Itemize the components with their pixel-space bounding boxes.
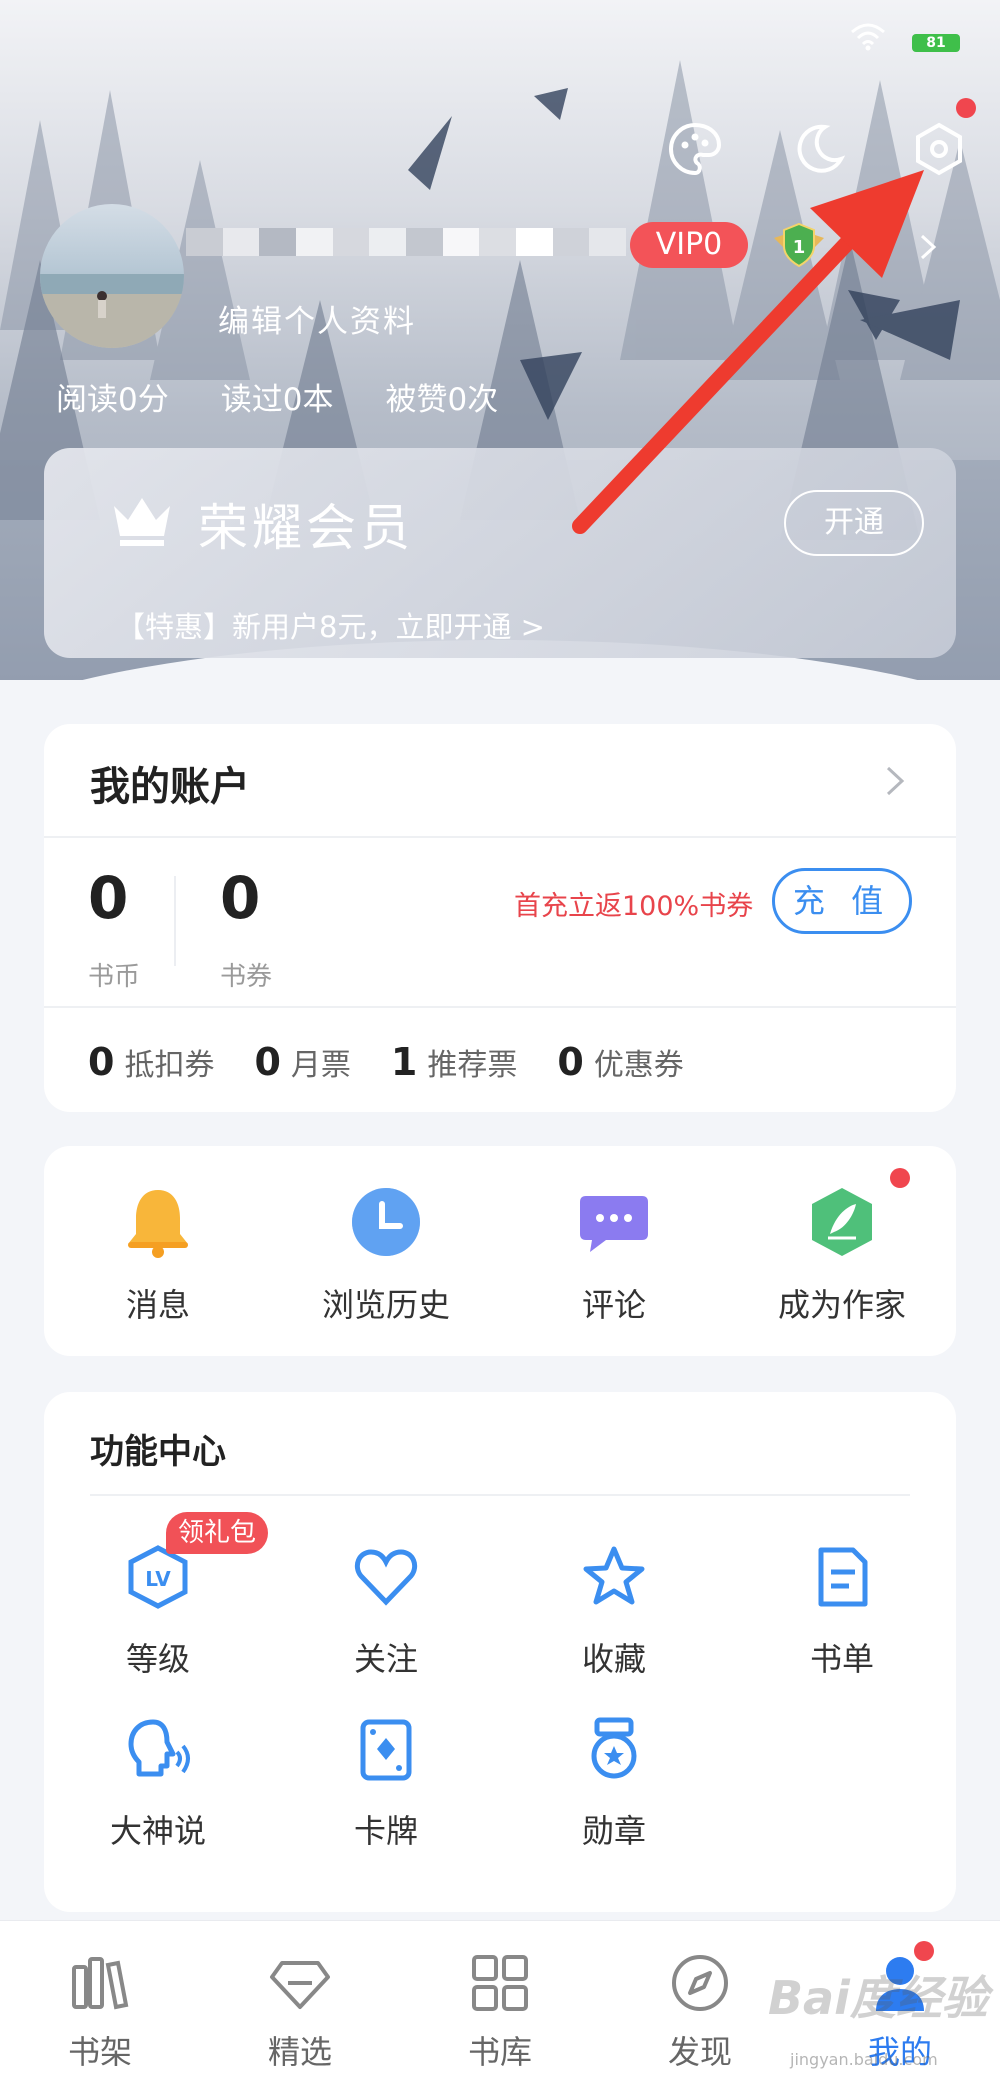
svg-text:LV: LV: [145, 1567, 171, 1591]
feature-master-says-label: 大神说: [109, 1812, 206, 1850]
tab-bookshelf[interactable]: 书架: [0, 1921, 200, 2081]
feature-favorites-label: 收藏: [581, 1640, 646, 1678]
level-number: 1: [793, 237, 806, 258]
username-redacted: [186, 216, 627, 272]
watermark-url: jingyan.baidu.com: [790, 2050, 938, 2069]
ticket-balance[interactable]: 0: [220, 864, 260, 932]
account-card: 我的账户 0 书币 0 书券 首充立返100%书券 充 值 0 抵扣券 0 月票 1…: [44, 724, 956, 1112]
speaking-head-icon: [128, 1719, 190, 1777]
settings-button[interactable]: [906, 116, 972, 182]
tab-featured-label: 精选: [267, 2033, 332, 2071]
mine-notification-dot: [914, 1941, 934, 1961]
feature-cards-label: 卡牌: [353, 1812, 418, 1850]
bell-icon: [128, 1190, 188, 1258]
feature-center-title: 功能中心: [90, 1432, 226, 1472]
feature-follow-label: 关注: [353, 1640, 418, 1678]
messages-label: 消息: [125, 1286, 190, 1324]
open-membership-button[interactable]: 开通: [784, 490, 924, 556]
recharge-promo: 首充立返100%书券: [514, 891, 754, 922]
compass-icon: [672, 1955, 728, 2011]
grid-icon: [472, 1955, 528, 2011]
avatar[interactable]: [40, 204, 184, 348]
feature-level-label: 等级: [125, 1640, 190, 1678]
feature-level[interactable]: LV 等级: [44, 1544, 272, 1714]
history-label: 浏览历史: [321, 1286, 450, 1324]
membership-promo-link[interactable]: 【特惠】新用户8元，立即开通 >: [116, 604, 545, 646]
feature-follow[interactable]: 关注: [272, 1544, 500, 1714]
diamond-icon: [270, 1961, 330, 2009]
recharge-button[interactable]: 充 值: [772, 868, 912, 934]
account-title[interactable]: 我的账户: [90, 754, 250, 812]
palette-icon: [669, 122, 722, 176]
medal-icon: [591, 1717, 637, 1779]
feature-master-says[interactable]: 大神说: [44, 1716, 272, 1886]
wifi-icon: [851, 23, 885, 51]
feature-cards[interactable]: 卡牌: [272, 1716, 500, 1886]
feature-center: 功能中心 LV 等级 领礼包 关注 收藏 书单 大神说 卡牌 勋章: [44, 1392, 956, 1912]
feature-booklist-label: 书单: [809, 1640, 874, 1678]
reading-stats: 阅读0分 读过0本 被赞0次: [56, 374, 498, 419]
quill-icon: [812, 1188, 872, 1256]
voucher-deduction[interactable]: 0 抵扣券: [88, 1040, 214, 1084]
vip-badge[interactable]: VIP0: [630, 222, 748, 268]
battery-indicator: 81: [912, 34, 960, 52]
voucher-coupon[interactable]: 0 优惠券: [557, 1040, 683, 1084]
theme-skin-button[interactable]: [662, 116, 728, 182]
star-icon: [583, 1546, 645, 1605]
messages-button[interactable]: 消息: [44, 1146, 272, 1356]
moon-icon: [797, 124, 846, 173]
feature-booklist[interactable]: 书单: [728, 1544, 956, 1714]
card-icon: [360, 1719, 412, 1781]
tab-bookshelf-label: 书架: [67, 2033, 132, 2071]
settings-notification-dot: [956, 98, 976, 118]
become-author-label: 成为作家: [777, 1286, 906, 1324]
voucher-row: 0 抵扣券 0 月票 1 推荐票 0 优惠券: [88, 1040, 684, 1084]
level-shield-icon[interactable]: 1: [774, 220, 824, 270]
tab-library-label: 书库: [467, 2033, 532, 2071]
voucher-monthly-ticket[interactable]: 0 月票: [254, 1040, 350, 1084]
feature-medals-label: 勋章: [581, 1812, 646, 1850]
chevron-right-icon[interactable]: [884, 764, 906, 798]
quick-actions: 消息 浏览历史 评论 成为作家: [44, 1146, 956, 1356]
feature-favorites[interactable]: 收藏: [500, 1544, 728, 1714]
stat-read-score: 阅读0分: [56, 382, 169, 418]
night-mode-button[interactable]: [786, 116, 852, 182]
chevron-right-icon[interactable]: [912, 232, 942, 262]
coin-balance[interactable]: 0: [88, 864, 128, 932]
crown-icon: [114, 498, 170, 546]
stat-books-read: 读过0本: [220, 382, 334, 418]
tab-featured[interactable]: 精选: [200, 1921, 400, 2081]
history-button[interactable]: 浏览历史: [272, 1146, 500, 1356]
booklist-icon: [818, 1547, 868, 1607]
membership-title: 荣耀会员: [198, 499, 414, 557]
gear-icon: [916, 122, 962, 176]
clock-icon: [352, 1188, 420, 1256]
comments-label: 评论: [581, 1286, 646, 1324]
membership-card[interactable]: 荣耀会员 开通 【特惠】新用户8元，立即开通 >: [44, 448, 956, 658]
voucher-recommend-ticket[interactable]: 1 推荐票: [391, 1040, 517, 1084]
feature-medals[interactable]: 勋章: [500, 1716, 728, 1886]
tab-library[interactable]: 书库: [400, 1921, 600, 2081]
gift-pack-badge[interactable]: 领礼包: [166, 1512, 269, 1554]
edit-profile-link[interactable]: 编辑个人资料: [218, 296, 416, 341]
tab-discover-label: 发现: [667, 2033, 732, 2071]
avatar-photo: [40, 274, 184, 348]
author-notification-dot: [890, 1168, 910, 1188]
comments-button[interactable]: 评论: [500, 1146, 728, 1356]
coin-label: 书币: [88, 962, 141, 992]
heart-icon: [354, 1549, 418, 1606]
stat-likes: 被赞0次: [385, 382, 499, 418]
chat-bubble-icon: [580, 1196, 648, 1252]
become-author-button[interactable]: 成为作家: [728, 1146, 956, 1356]
bookshelf-icon: [72, 1957, 129, 2010]
ticket-label: 书券: [220, 962, 273, 992]
watermark: Bai度经验: [768, 1971, 988, 2025]
